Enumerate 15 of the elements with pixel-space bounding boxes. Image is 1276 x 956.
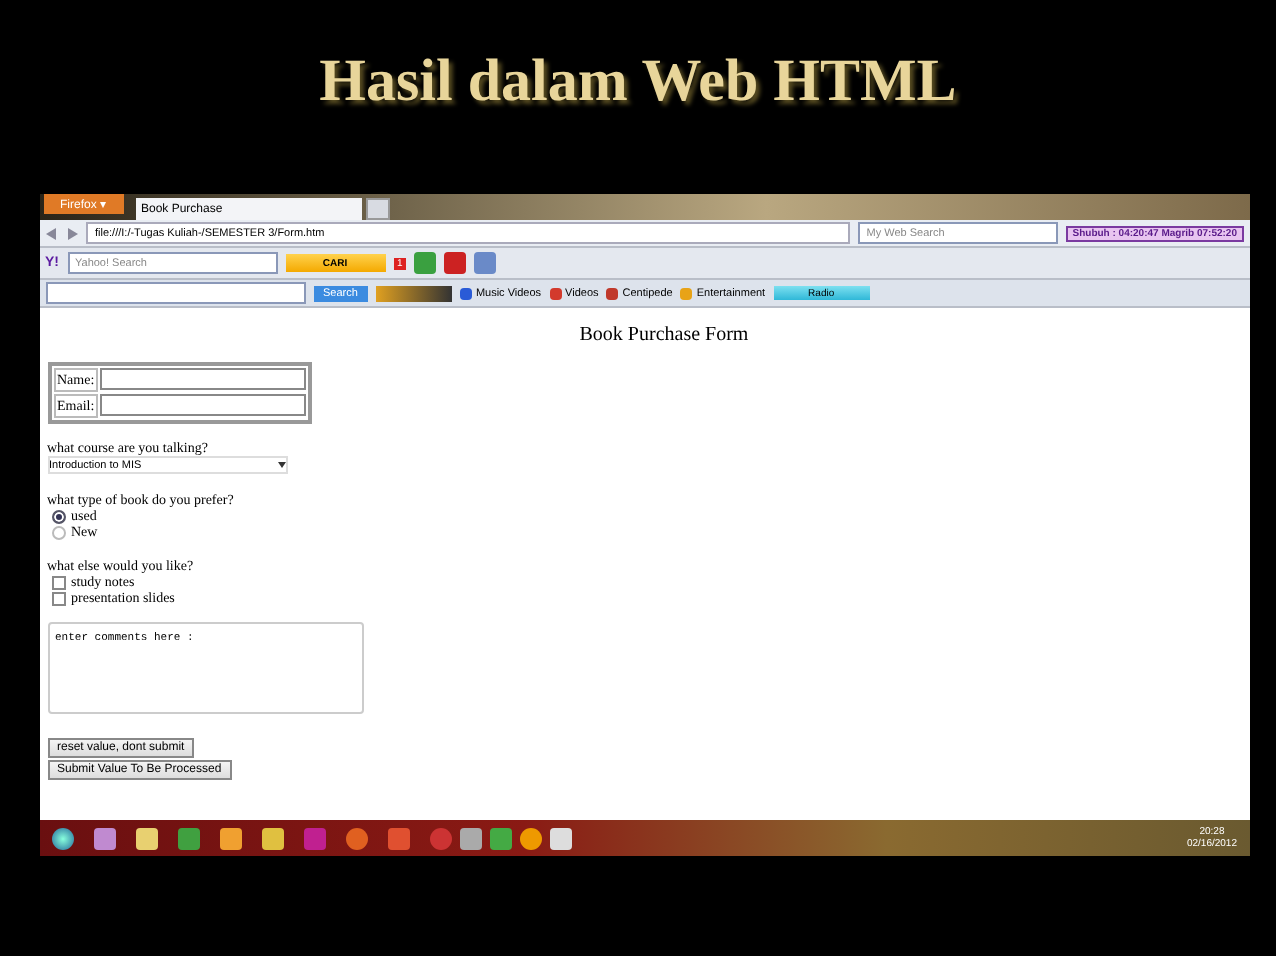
text-field[interactable] xyxy=(100,368,305,390)
converter-logo xyxy=(375,285,452,301)
radio-button[interactable] xyxy=(51,525,65,539)
toolbar-search-field[interactable] xyxy=(45,282,305,304)
text-field[interactable] xyxy=(100,394,305,416)
dropdown-caret-icon xyxy=(277,462,285,468)
slide-title: Hasil dalam Web HTML xyxy=(319,48,957,118)
page-heading: Book Purchase Form xyxy=(579,324,749,346)
forward-icon[interactable] xyxy=(65,227,77,239)
start-icon[interactable] xyxy=(51,827,73,849)
back-icon[interactable] xyxy=(45,227,57,239)
checkbox[interactable] xyxy=(51,591,65,605)
radio-button[interactable] xyxy=(51,509,65,523)
new-tab-icon[interactable] xyxy=(365,198,389,220)
checkbox[interactable] xyxy=(51,575,65,589)
